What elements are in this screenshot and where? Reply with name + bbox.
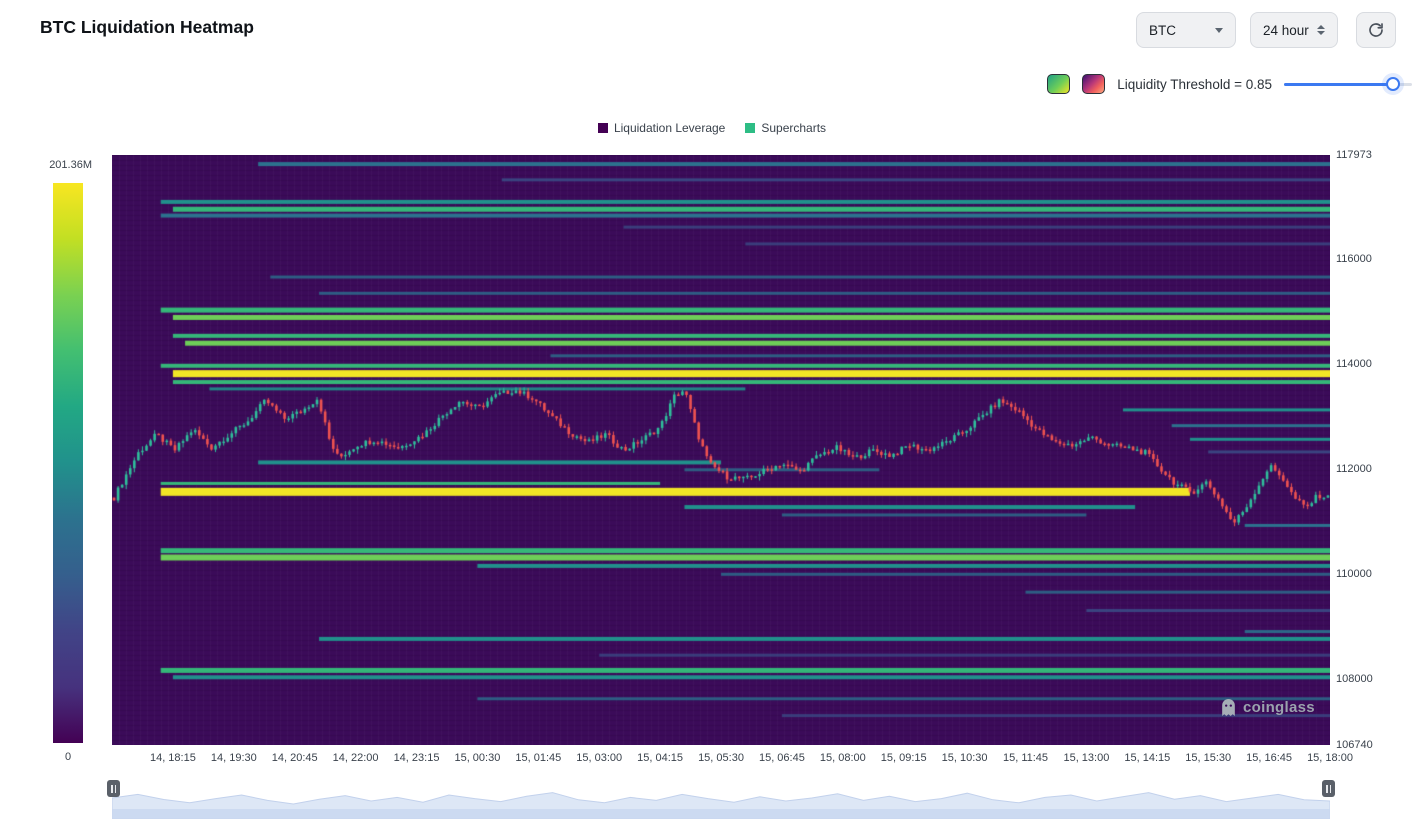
symbol-select-value: BTC (1149, 23, 1176, 38)
price-axis: 1179731160001140001120001100001080001067… (1336, 155, 1396, 745)
coinglass-logo-icon (1220, 698, 1237, 717)
refresh-button[interactable] (1356, 12, 1396, 48)
symbol-select[interactable]: BTC (1136, 12, 1236, 48)
page-title: BTC Liquidation Heatmap (40, 17, 254, 38)
time-axis: 14, 18:1514, 19:3014, 20:4514, 22:0014, … (112, 752, 1330, 766)
interval-select[interactable]: 24 hour (1250, 12, 1338, 48)
btc-liquidation-heatmap-page: BTC Liquidation Heatmap BTC 24 hour Liqu… (0, 0, 1424, 827)
threshold-controls: Liquidity Threshold = 0.85 (1047, 72, 1412, 96)
price-axis-label: 106740 (1336, 739, 1373, 751)
navigator-left-handle[interactable] (107, 780, 120, 797)
time-axis-label: 15, 18:00 (1290, 752, 1370, 764)
refresh-icon (1367, 21, 1385, 39)
price-axis-label: 114000 (1336, 358, 1372, 370)
legend-label: Liquidation Leverage (614, 121, 725, 135)
price-axis-label: 117973 (1336, 149, 1372, 161)
legend-item-liquidation-leverage[interactable]: Liquidation Leverage (598, 121, 725, 135)
price-axis-label: 108000 (1336, 673, 1373, 685)
magma-colormap-button[interactable] (1082, 74, 1105, 94)
colorbar-min-label: 0 (53, 751, 83, 763)
range-navigator[interactable] (112, 771, 1330, 819)
stepper-icon (1317, 25, 1325, 35)
watermark-text: coinglass (1243, 699, 1315, 716)
liquidity-threshold-label: Liquidity Threshold = 0.85 (1117, 77, 1272, 92)
legend-swatch (598, 123, 608, 133)
navigator-area-chart[interactable] (112, 771, 1330, 819)
price-axis-label: 112000 (1336, 463, 1372, 475)
legend-label: Supercharts (761, 121, 826, 135)
colorbar (53, 183, 83, 743)
viridis-colormap-button[interactable] (1047, 74, 1070, 94)
slider-thumb[interactable] (1386, 77, 1400, 91)
coinglass-watermark: coinglass (1220, 698, 1315, 717)
liquidity-threshold-slider[interactable] (1284, 77, 1412, 91)
chart-legend: Liquidation Leverage Supercharts (0, 121, 1424, 135)
interval-select-value: 24 hour (1263, 23, 1309, 38)
colorbar-max-label: 201.36M (38, 159, 92, 171)
slider-fill (1284, 83, 1393, 86)
chevron-down-icon (1215, 28, 1223, 33)
heatmap-canvas[interactable] (112, 155, 1330, 745)
legend-item-supercharts[interactable]: Supercharts (745, 121, 826, 135)
price-axis-label: 116000 (1336, 253, 1372, 265)
price-axis-label: 110000 (1336, 568, 1372, 580)
navigator-right-handle[interactable] (1322, 780, 1335, 797)
legend-swatch (745, 123, 755, 133)
